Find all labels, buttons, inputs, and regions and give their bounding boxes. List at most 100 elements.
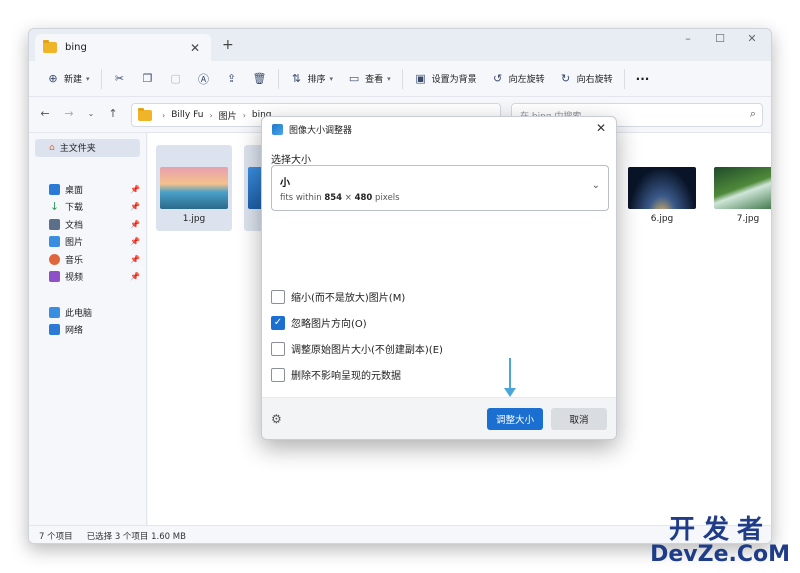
size-dropdown[interactable]: 小 fits within 854 × 480 pixels ⌄ <box>271 165 609 211</box>
sidebar-item-label: 图片 <box>65 238 84 249</box>
thumbnail-image <box>160 167 228 209</box>
pictures-icon <box>49 236 60 248</box>
share-icon: ⇪ <box>226 72 237 85</box>
checkbox[interactable] <box>271 367 285 382</box>
scissors-icon: ✂ <box>114 72 125 85</box>
pin-icon: 📌 <box>130 254 140 264</box>
image-resizer-icon <box>272 124 283 135</box>
file-item[interactable]: 7.jpg <box>710 145 771 231</box>
divider <box>623 68 625 89</box>
dialog-close-icon[interactable]: ✕ <box>596 121 606 135</box>
document-icon <box>49 218 60 230</box>
sidebar-item-label: 音乐 <box>65 255 84 266</box>
option-label: 忽略图片方向(O) <box>291 319 367 330</box>
file-name: 1.jpg <box>182 214 206 224</box>
view-label: 查看 <box>365 75 384 85</box>
rename-button[interactable]: Ⓐ <box>190 66 218 92</box>
thumbnail-image <box>714 167 771 209</box>
rotate-right-icon: ↻ <box>561 72 571 85</box>
cut-button[interactable]: ✂ <box>106 66 134 92</box>
chevron-right-icon: › <box>162 110 166 120</box>
option-shrink-only[interactable]: 缩小(而不是放大)图片(M) <box>271 289 405 304</box>
checkbox[interactable] <box>271 341 285 356</box>
sidebar-item-music[interactable]: 音乐 📌 <box>29 251 146 269</box>
tab-title: bing <box>65 42 87 53</box>
item-count: 7 个项目 <box>39 531 73 542</box>
new-label: 新建 <box>64 75 83 85</box>
set-background-label: 设置为背景 <box>431 75 477 85</box>
checkbox-checked[interactable]: ✓ <box>271 315 285 330</box>
file-name: 7.jpg <box>736 214 760 224</box>
video-icon <box>49 271 60 283</box>
sidebar-item-downloads[interactable]: ↓ 下载 📌 <box>29 198 146 216</box>
rotate-left-button[interactable]: ↺ 向左旋转 <box>484 66 552 92</box>
sort-label: 排序 <box>307 75 326 85</box>
paste-button[interactable]: ▢ <box>162 66 190 92</box>
dialog-footer: ⚙ 调整大小 取消 <box>262 397 616 439</box>
checkbox[interactable] <box>271 289 285 304</box>
option-resize-original[interactable]: 调整原始图片大小(不创建副本)(E) <box>271 341 443 356</box>
home-icon: ⌂ <box>49 142 55 153</box>
rotate-right-button[interactable]: ↻ 向右旋转 <box>552 66 620 92</box>
sidebar-item-label: 主文件夹 <box>59 144 96 155</box>
tab-bing[interactable]: bing ✕ <box>35 34 211 61</box>
cancel-button[interactable]: 取消 <box>551 408 607 430</box>
maximize-button[interactable]: ☐ <box>707 32 733 45</box>
clipboard-icon: ▢ <box>170 72 181 85</box>
option-label: 调整原始图片大小(不创建副本)(E) <box>291 345 443 356</box>
share-button[interactable]: ⇪ <box>218 66 246 92</box>
gear-icon[interactable]: ⚙ <box>271 412 282 426</box>
more-button[interactable]: ··· <box>629 66 657 92</box>
rename-icon: Ⓐ <box>198 72 210 86</box>
back-arrow-icon[interactable]: ← <box>37 107 53 120</box>
more-icon: ··· <box>635 71 650 86</box>
option-remove-metadata[interactable]: 删除不影响呈现的元数据 <box>271 367 401 382</box>
set-background-button[interactable]: ▣ 设置为背景 <box>407 66 484 92</box>
rotate-left-icon: ↺ <box>493 72 503 85</box>
chevron-down-icon: ▾ <box>86 74 90 83</box>
chevron-down-icon: ▾ <box>329 74 334 83</box>
copy-button[interactable]: ❐ <box>134 66 162 92</box>
delete-button[interactable]: 🗑 <box>246 66 274 92</box>
sidebar-item-videos[interactable]: 视频 📌 <box>29 268 146 286</box>
sort-icon: ⇅ <box>291 72 302 85</box>
new-tab-button[interactable]: + <box>222 37 234 53</box>
new-button[interactable]: ⊕ 新建 ▾ <box>39 66 97 92</box>
breadcrumb-pictures[interactable]: 图片 <box>219 109 237 122</box>
annotation-arrow <box>509 358 511 392</box>
minimize-button[interactable]: – <box>675 32 701 45</box>
sidebar-item-home[interactable]: ⌂ 主文件夹 <box>35 139 140 157</box>
breadcrumb-user[interactable]: Billy Fu <box>171 110 203 120</box>
sidebar-item-network[interactable]: 网络 <box>29 321 146 339</box>
rotate-left-label: 向左旋转 <box>508 75 545 85</box>
option-label: 缩小(而不是放大)图片(M) <box>291 293 406 304</box>
monitor-icon: ▭ <box>348 72 360 85</box>
search-icon: ⌕ <box>749 107 756 120</box>
dialog-title: 图像大小调整器 <box>289 126 353 136</box>
watermark: 开发者 DevZe.CoM <box>650 509 790 567</box>
network-icon <box>49 324 60 336</box>
up-arrow-icon[interactable]: ↑ <box>105 107 121 120</box>
file-item[interactable]: 1.jpg <box>156 145 232 231</box>
sidebar-item-pictures[interactable]: 图片 📌 <box>29 233 146 251</box>
music-icon <box>49 253 60 265</box>
sidebar-item-this-pc[interactable]: 此电脑 <box>29 304 146 322</box>
forward-arrow-icon[interactable]: → <box>61 107 77 120</box>
tab-close-icon[interactable]: ✕ <box>187 41 203 55</box>
file-item[interactable]: 6.jpg <box>624 145 700 231</box>
close-window-button[interactable]: ✕ <box>739 32 765 45</box>
divider <box>277 68 279 89</box>
desktop-icon <box>49 183 60 195</box>
sidebar-item-documents[interactable]: 文档 📌 <box>29 216 146 234</box>
folder-icon <box>138 107 152 121</box>
view-button[interactable]: ▭ 查看 ▾ <box>340 66 398 92</box>
option-ignore-orientation[interactable]: ✓ 忽略图片方向(O) <box>271 315 367 330</box>
sidebar-item-label: 文档 <box>65 220 84 231</box>
pin-icon: 📌 <box>130 202 140 212</box>
sidebar-item-desktop[interactable]: 桌面 📌 <box>29 181 146 199</box>
resize-button[interactable]: 调整大小 <box>487 408 543 430</box>
sort-button[interactable]: ⇅ 排序 ▾ <box>283 66 341 92</box>
recent-chevron-icon[interactable]: ⌄ <box>83 109 99 118</box>
pin-icon: 📌 <box>130 272 140 282</box>
